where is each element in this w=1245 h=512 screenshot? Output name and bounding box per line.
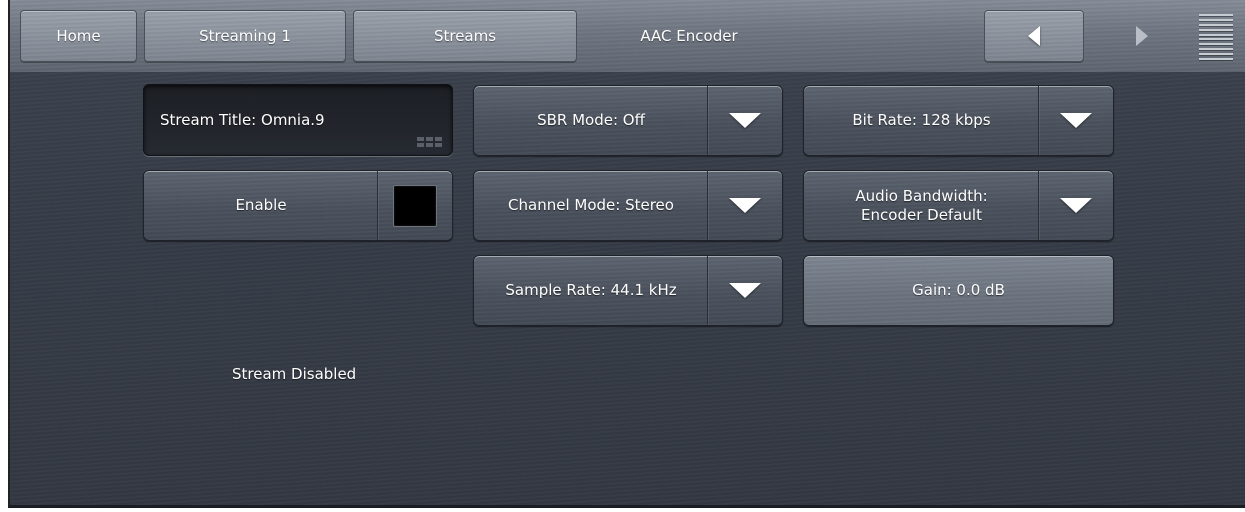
forward-button[interactable] [1092,10,1192,62]
tab-streams[interactable]: Streams [353,10,577,62]
channel-mode-dropdown[interactable]: Channel Mode: Stereo [473,170,783,241]
channel-mode-label: Channel Mode: Stereo [508,196,674,214]
audio-bandwidth-value: Encoder Default [861,205,982,224]
bit-rate-dropdown-toggle[interactable] [1038,86,1113,155]
audio-bandwidth-dropdown[interactable]: Audio Bandwidth: Encoder Default [803,170,1114,241]
hamburger-menu-icon[interactable] [1199,14,1233,60]
audio-bandwidth-dropdown-toggle[interactable] [1038,171,1113,240]
keypad-icon [417,137,442,147]
stream-title-label: Stream Title: Omnia.9 [160,111,325,129]
audio-bandwidth-title: Audio Bandwidth: [855,186,988,205]
enable-status-indicator [393,184,437,227]
audio-bandwidth-label: Audio Bandwidth: Encoder Default [804,171,1039,240]
back-button[interactable] [984,10,1084,62]
arrow-right-icon [1136,26,1148,46]
triangle-down-icon [1060,113,1092,128]
current-page-title: AAC Encoder [640,27,738,45]
sample-rate-dropdown[interactable]: Sample Rate: 44.1 kHz [473,255,783,326]
sbr-mode-label: SBR Mode: Off [537,111,645,129]
triangle-down-icon [729,113,761,128]
tab-streaming[interactable]: Streaming 1 [144,10,346,62]
enable-indicator-cell [377,171,452,240]
sample-rate-label: Sample Rate: 44.1 kHz [505,281,677,299]
enable-label: Enable [235,196,287,214]
bit-rate-label: Bit Rate: 128 kbps [852,111,991,129]
sbr-mode-dropdown-toggle[interactable] [707,86,782,155]
stream-status-text: Stream Disabled [232,365,357,383]
top-navigation-bar: Home Streaming 1 Streams AAC Encoder [10,0,1245,74]
sbr-mode-dropdown[interactable]: SBR Mode: Off [473,85,783,156]
tab-streams-label: Streams [433,27,497,45]
stream-title-field[interactable]: Stream Title: Omnia.9 [143,84,453,156]
triangle-down-icon [729,198,761,213]
arrow-left-icon [1028,26,1040,46]
gain-button[interactable]: Gain: 0.0 dB [803,255,1114,326]
enable-button[interactable]: Enable [143,170,453,241]
triangle-down-icon [1060,198,1092,213]
bit-rate-dropdown[interactable]: Bit Rate: 128 kbps [803,85,1114,156]
tab-home[interactable]: Home [20,10,137,62]
app-window: Home Streaming 1 Streams AAC Encoder Str… [8,0,1245,508]
channel-mode-dropdown-toggle[interactable] [707,171,782,240]
tab-home-label: Home [56,27,101,45]
triangle-down-icon [729,283,761,298]
tab-streaming-label: Streaming 1 [199,27,291,45]
gain-label: Gain: 0.0 dB [912,281,1005,299]
sample-rate-dropdown-toggle[interactable] [707,256,782,325]
breadcrumb-current: AAC Encoder [577,10,801,62]
